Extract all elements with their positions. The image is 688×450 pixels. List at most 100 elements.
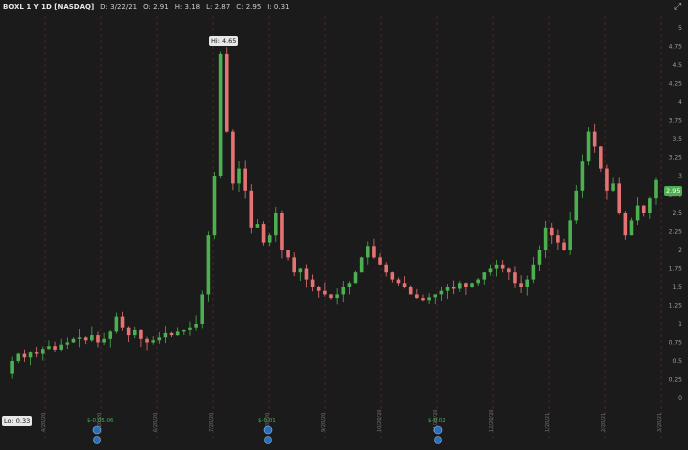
x-tick-label: 10/20/20 bbox=[377, 410, 383, 432]
y-tick-label: 2 bbox=[678, 247, 682, 254]
y-tick-label: 1 bbox=[678, 321, 682, 328]
earnings-label: $-0.05.06 bbox=[87, 418, 114, 424]
high-marker: Hi: 4.65 bbox=[209, 36, 239, 46]
candle-body bbox=[65, 342, 70, 345]
y-tick-label: 0.75 bbox=[669, 340, 683, 347]
candle-body bbox=[378, 257, 382, 265]
y-tick-label: 3.75 bbox=[669, 118, 683, 125]
candle-body bbox=[605, 168, 609, 191]
y-tick-label: 4.25 bbox=[669, 81, 683, 88]
candle-body bbox=[292, 257, 297, 273]
candle-body bbox=[476, 279, 480, 284]
candle-body bbox=[623, 213, 628, 236]
candle-body bbox=[182, 329, 186, 332]
earnings-label: $-0.02 bbox=[428, 418, 446, 424]
y-tick-label: 0.5 bbox=[672, 358, 682, 365]
candle-body bbox=[488, 268, 493, 273]
candle-body bbox=[96, 335, 100, 343]
candle-body bbox=[200, 294, 205, 324]
candle-body bbox=[457, 283, 462, 289]
candle-body bbox=[83, 337, 88, 341]
x-tick-label: 7/20/20 bbox=[209, 413, 215, 432]
candle-body bbox=[298, 268, 303, 273]
candle-body bbox=[218, 53, 223, 176]
earnings-icon bbox=[433, 425, 443, 435]
candle-body bbox=[16, 353, 21, 361]
y-tick-label: 5 bbox=[678, 25, 682, 32]
candle-body bbox=[335, 294, 339, 299]
y-tick-label: 3.25 bbox=[669, 155, 683, 162]
candle-body bbox=[415, 294, 419, 299]
candle-body bbox=[151, 340, 155, 343]
candle-body bbox=[224, 53, 229, 132]
candle-body bbox=[316, 287, 321, 291]
candle-body bbox=[543, 227, 548, 250]
candle-body bbox=[402, 283, 407, 287]
candle-body bbox=[188, 327, 192, 330]
y-tick-label: 4.5 bbox=[672, 62, 682, 69]
candle-body bbox=[500, 264, 505, 269]
candle-body bbox=[396, 279, 401, 284]
candle-body bbox=[439, 290, 444, 295]
candle-body bbox=[329, 294, 333, 299]
candle-body bbox=[47, 346, 51, 350]
candle-body bbox=[249, 190, 254, 228]
candle-body bbox=[531, 264, 536, 280]
x-tick-label: 9/20/20 bbox=[321, 413, 327, 432]
y-tick-label: 1.75 bbox=[669, 266, 683, 273]
candle-body bbox=[10, 361, 14, 374]
candle-body bbox=[310, 279, 315, 287]
candle-body bbox=[40, 349, 45, 354]
y-tick-label: 3 bbox=[678, 173, 682, 180]
candle-body bbox=[77, 337, 82, 339]
candle-body bbox=[617, 183, 622, 213]
candle-body bbox=[592, 131, 597, 147]
candle-body bbox=[126, 327, 131, 336]
candle-body bbox=[280, 213, 284, 250]
candle-body bbox=[635, 205, 640, 221]
candle-body bbox=[304, 268, 309, 280]
candle-body bbox=[451, 287, 456, 289]
candle-body bbox=[102, 338, 106, 343]
low-marker: Lo: 0.33 bbox=[2, 416, 33, 426]
x-tick-label: 4/20/20 bbox=[41, 413, 47, 432]
candle-body bbox=[114, 316, 119, 332]
candle-body bbox=[519, 283, 523, 287]
x-tick-label: 1/20/21 bbox=[545, 413, 551, 432]
candle-body bbox=[568, 220, 572, 250]
candle-body bbox=[599, 146, 603, 169]
candle-body bbox=[390, 272, 395, 280]
candle-body bbox=[464, 283, 468, 287]
y-tick-label: 0.25 bbox=[669, 377, 683, 384]
candle-body bbox=[231, 131, 235, 184]
y-tick-label: 2.5 bbox=[672, 210, 682, 217]
y-tick-label: 1.25 bbox=[669, 303, 683, 310]
candle-body bbox=[365, 246, 370, 258]
candle-body bbox=[421, 298, 425, 301]
candle-body bbox=[255, 224, 260, 228]
candle-body bbox=[267, 235, 272, 243]
candle-body bbox=[408, 287, 413, 295]
candle-body bbox=[194, 324, 198, 328]
candle-body bbox=[507, 268, 511, 273]
x-tick-label: 6/20/20 bbox=[153, 413, 159, 432]
candle-body bbox=[169, 332, 174, 336]
candle-body bbox=[427, 297, 431, 301]
x-tick-label: 3/20/21 bbox=[657, 413, 663, 432]
x-tick-label: 12/20/20 bbox=[489, 410, 495, 432]
candle-body bbox=[175, 331, 180, 336]
candle-body bbox=[28, 352, 33, 358]
candle-body bbox=[206, 235, 211, 295]
candle-body bbox=[261, 224, 266, 243]
candle-body bbox=[274, 213, 278, 236]
last-price-badge: 2.95 bbox=[664, 186, 683, 196]
candle-body bbox=[237, 168, 241, 184]
chart-area: BOXL 1 Y 1D [NASDAQ] D: 3/22/21 O: 2.91 … bbox=[0, 0, 688, 450]
candle-body bbox=[513, 272, 517, 284]
candle-body bbox=[574, 190, 579, 221]
candle-body bbox=[139, 329, 143, 339]
candle-body bbox=[132, 329, 137, 336]
candle-body bbox=[648, 198, 652, 213]
candle-body bbox=[347, 283, 352, 287]
y-tick-label: 4 bbox=[678, 99, 682, 106]
